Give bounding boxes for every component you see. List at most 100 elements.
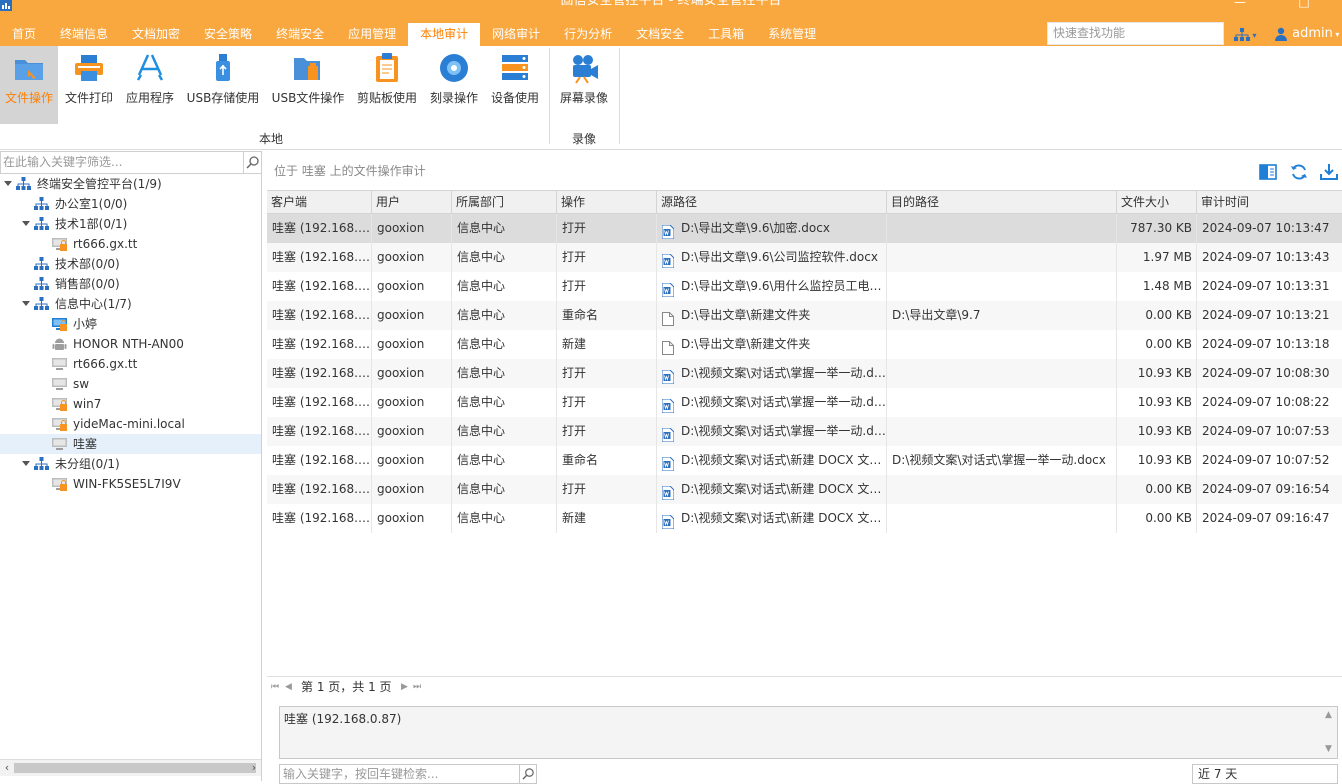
table-row[interactable]: 哇塞 (192.168.0.87)gooxion信息中心重命名 D:\导出文章\新… xyxy=(267,301,1342,330)
audit-time-cell: 2024-09-07 10:07:52 xyxy=(1202,453,1330,467)
tree-node[interactable]: HONOR NTH-AN00 xyxy=(0,334,261,354)
columns-layout-icon[interactable] xyxy=(1259,163,1277,181)
tree-node-label: rt666.gx.tt xyxy=(73,357,138,371)
tree-node[interactable]: win7 xyxy=(0,394,261,414)
tree-node[interactable]: 销售部(0/0) xyxy=(0,274,261,294)
quick-search-input[interactable]: 快速查找功能 xyxy=(1047,22,1224,45)
download-icon[interactable] xyxy=(1320,163,1338,181)
nav-tab[interactable]: 文档加密 xyxy=(120,23,192,46)
scroll-down-icon[interactable]: ▼ xyxy=(1325,744,1332,754)
table-row[interactable]: 哇塞 (192.168.0.87)gooxion信息中心打开 D:\导出文章\9.… xyxy=(267,272,1342,301)
next-page-icon[interactable]: ▶ xyxy=(401,677,408,697)
file-print-button[interactable]: 文件打印 xyxy=(60,46,118,124)
horizontal-scrollbar[interactable]: ‹ › xyxy=(0,759,261,776)
column-header-dest-path[interactable]: 目的路径 xyxy=(887,191,1117,213)
last-page-icon[interactable]: ⏭ xyxy=(413,677,421,697)
table-row[interactable]: 哇塞 (192.168.0.87)gooxion信息中心新建 D:\视频文案\对话… xyxy=(267,504,1342,533)
table-row[interactable]: 哇塞 (192.168.0.87)gooxion信息中心重命名 D:\视频文案\对… xyxy=(267,446,1342,475)
tree-node[interactable]: rt666.gx.tt xyxy=(0,354,261,374)
tree-node[interactable]: yideMac-mini.local xyxy=(0,414,261,434)
column-header-operation[interactable]: 操作 xyxy=(557,191,657,213)
tree-node-label: 办公室1(0/0) xyxy=(55,197,128,211)
keyword-search-input[interactable]: 输入关键字，按回车键检索... xyxy=(279,764,537,784)
time-range-select[interactable]: 近 7 天 xyxy=(1192,764,1338,784)
expand-toggle-icon[interactable] xyxy=(22,301,30,306)
org-menu-button[interactable]: ▾ xyxy=(1234,24,1257,44)
tree-node-label: 销售部(0/0) xyxy=(55,277,120,291)
tree-node[interactable]: 技术1部(0/1) xyxy=(0,214,261,234)
scroll-up-icon[interactable]: ▲ xyxy=(1325,710,1332,720)
tree-node[interactable]: sw xyxy=(0,374,261,394)
audit-time-cell: 2024-09-07 10:13:47 xyxy=(1202,221,1330,235)
prev-page-icon[interactable]: ◀ xyxy=(285,677,292,697)
nav-tab[interactable]: 终端信息 xyxy=(48,23,120,46)
tree-node[interactable]: rt666.gx.tt xyxy=(0,234,261,254)
user-menu-button[interactable]: admin ▾ xyxy=(1274,24,1339,44)
first-page-icon[interactable]: ⏮ xyxy=(271,677,279,697)
nav-tab[interactable]: 本地审计 xyxy=(408,23,481,46)
application-button[interactable]: 应用程序 xyxy=(122,46,178,124)
burn-operation-button[interactable]: 刻录操作 xyxy=(424,46,484,124)
tree-filter-input[interactable]: 在此输入关键字筛选... xyxy=(0,151,262,174)
maximize-button[interactable]: □ xyxy=(1294,0,1314,8)
column-header-dept[interactable]: 所属部门 xyxy=(452,191,557,213)
tree-node[interactable]: 信息中心(1/7) xyxy=(0,294,261,314)
column-header-file-size[interactable]: 文件大小 xyxy=(1117,191,1197,213)
tree-node-label: 信息中心(1/7) xyxy=(55,297,132,311)
nav-tab[interactable]: 安全策略 xyxy=(192,23,264,46)
column-header-audit-time[interactable]: 审计时间 xyxy=(1197,191,1342,213)
column-header-client[interactable]: 客户端 xyxy=(267,191,372,213)
file-operation-button[interactable]: 文件操作 xyxy=(0,46,58,124)
column-header-source-path[interactable]: 源路径 xyxy=(657,191,887,213)
file-size-cell: 10.93 KB xyxy=(1117,417,1197,446)
scroll-left-icon[interactable]: ‹ xyxy=(0,760,14,776)
tree-node[interactable]: 技术部(0/0) xyxy=(0,254,261,274)
tree-node[interactable]: 未分组(0/1) xyxy=(0,454,261,474)
clipboard-button[interactable]: 剪贴板使用 xyxy=(354,46,420,124)
tree-node[interactable]: 终端安全管控平台(1/9) xyxy=(0,174,261,194)
expand-toggle-icon[interactable] xyxy=(4,181,12,186)
usb-file-operation-button[interactable]: USB文件操作 xyxy=(268,46,348,124)
refresh-icon[interactable] xyxy=(1290,163,1308,181)
scrollbar-thumb[interactable] xyxy=(14,763,256,773)
tree-node[interactable]: 办公室1(0/0) xyxy=(0,194,261,214)
expand-toggle-icon[interactable] xyxy=(22,461,30,466)
nav-tab[interactable]: 终端安全 xyxy=(264,23,336,46)
expand-toggle-icon[interactable] xyxy=(22,221,30,226)
nav-tab[interactable]: 应用管理 xyxy=(336,23,408,46)
search-icon[interactable] xyxy=(243,152,261,173)
vertical-scrollbar[interactable]: ▲ ▼ xyxy=(1322,707,1337,758)
search-icon[interactable] xyxy=(519,765,536,783)
scroll-right-icon[interactable]: › xyxy=(247,760,261,776)
nav-tab[interactable]: 工具箱 xyxy=(696,23,756,46)
tree-node[interactable]: 小婷 xyxy=(0,314,261,334)
nav-tab[interactable]: 首页 xyxy=(0,23,48,46)
table-row[interactable]: 哇塞 (192.168.0.87)gooxion信息中心打开 D:\导出文章\9.… xyxy=(267,214,1342,243)
table-row[interactable]: 哇塞 (192.168.0.87)gooxion信息中心打开 D:\视频文案\对话… xyxy=(267,359,1342,388)
table-row[interactable]: 哇塞 (192.168.0.87)gooxion信息中心打开 D:\导出文章\9.… xyxy=(267,243,1342,272)
source-path-cell: D:\视频文案\对话式\掌握一举一动.docx xyxy=(657,388,887,417)
usb-storage-button[interactable]: USB存储使用 xyxy=(184,46,262,124)
tree-node[interactable]: WIN-FK5SE5L7I9V xyxy=(0,474,261,494)
table-header: 客户端 用户 所属部门 操作 源路径 目的路径 文件大小 审计时间 xyxy=(267,190,1342,214)
table-row[interactable]: 哇塞 (192.168.0.87)gooxion信息中心打开 D:\视频文案\对话… xyxy=(267,388,1342,417)
nav-tab[interactable]: 行为分析 xyxy=(552,23,624,46)
left-sidebar: 在此输入关键字筛选... 终端安全管控平台(1/9) 办公室1(0/0) 技术1部(… xyxy=(0,151,262,781)
org-tree-icon xyxy=(34,257,49,271)
nav-tab[interactable]: 系统管理 xyxy=(756,23,828,46)
column-header-user[interactable]: 用户 xyxy=(372,191,452,213)
screen-recording-button[interactable]: 屏幕录像 xyxy=(555,46,613,124)
tree-node-label: rt666.gx.tt xyxy=(73,237,138,251)
minimize-button[interactable]: — xyxy=(1230,0,1250,8)
tree-node[interactable]: 哇塞 xyxy=(0,434,261,454)
dest-path-cell: D:\视频文案\对话式\掌握一举一动.docx xyxy=(887,446,1117,475)
table-row[interactable]: 哇塞 (192.168.0.87)gooxion信息中心新建 D:\导出文章\新建… xyxy=(267,330,1342,359)
dest-path-cell xyxy=(887,330,1117,359)
main-panel: 位于 哇塞 上的文件操作审计 客户端 用户 所属部门 操作 源路径 目的路径 文… xyxy=(267,151,1342,784)
nav-tab[interactable]: 网络审计 xyxy=(480,23,552,46)
dest-path-cell xyxy=(887,272,1117,301)
nav-tab[interactable]: 文档安全 xyxy=(624,23,696,46)
table-row[interactable]: 哇塞 (192.168.0.87)gooxion信息中心打开 D:\视频文案\对话… xyxy=(267,417,1342,446)
device-usage-button[interactable]: 设备使用 xyxy=(486,46,544,124)
table-row[interactable]: 哇塞 (192.168.0.87)gooxion信息中心打开 D:\视频文案\对话… xyxy=(267,475,1342,504)
